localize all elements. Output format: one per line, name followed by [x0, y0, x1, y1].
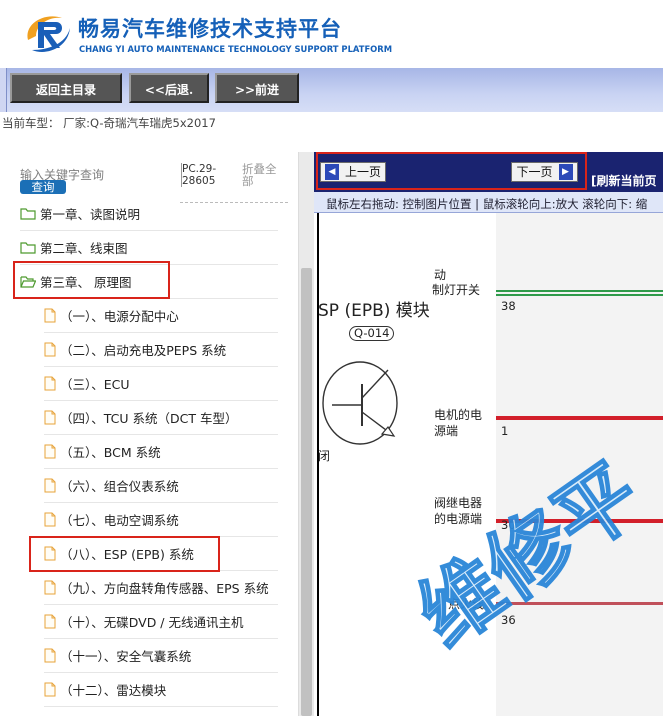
document-icon [44, 648, 56, 663]
tree-item-label: （四）、TCU 系统（DCT 车型） [60, 411, 238, 426]
scroll-up-button[interactable] [299, 152, 314, 167]
document-icon [44, 478, 56, 493]
signal-label: 阀继电器 [434, 496, 483, 510]
arrow-right-icon: ▶ [558, 164, 573, 180]
tree-item-label: （十）、无碟DVD / 无线通讯主机 [60, 615, 244, 630]
diagram-border [317, 213, 319, 716]
document-icon [44, 546, 56, 561]
signal-label: 动 [434, 268, 447, 282]
folder-open-icon [20, 276, 36, 288]
pin-number: 1 [501, 424, 509, 438]
tree-chapter-label: 第三章、 原理图 [40, 275, 132, 290]
tree-chapter-label: 第二章、线束图 [40, 241, 128, 256]
vehicle-info: 当前车型： 厂家:Q-奇瑞汽车瑞虎5x2017 [0, 112, 663, 152]
catalog-panel: 输入关键字查询 查询 PC.29-28605 折叠全部 第一章、读图说明 第二章… [0, 152, 314, 716]
module-code: Q-014 [349, 326, 395, 341]
tree-item-label: （九）、方向盘转角传感器、EPS 系统 [60, 581, 269, 596]
signal-label: 的电源端 [434, 512, 483, 526]
pc-code-label: PC.29-28605 [181, 163, 231, 187]
tree-item[interactable]: （三）、ECU [44, 367, 278, 401]
header: 畅易汽车维修技术支持平台 CHANG YI AUTO MAINTENANCE T… [0, 0, 663, 68]
refresh-page-link[interactable]: [刷新当前页 [591, 172, 657, 189]
brand-title: 畅易汽车维修技术支持平台 [78, 17, 342, 41]
folder-icon [20, 208, 36, 220]
document-icon [44, 580, 56, 595]
document-icon [44, 512, 56, 527]
tree-item-label: （七）、电动空调系统 [60, 513, 179, 528]
tree-item-label: （六）、组合仪表系统 [60, 479, 179, 494]
tree-item[interactable]: （四）、TCU 系统（DCT 车型） [44, 401, 278, 435]
wire-brake-light-2 [496, 294, 663, 296]
folder-icon [20, 242, 36, 254]
search-button[interactable]: 查询 [20, 180, 66, 194]
tree-item[interactable]: （七）、电动空调系统 [44, 503, 278, 537]
document-icon [44, 376, 56, 391]
next-page-label: 下一页 [516, 165, 553, 179]
tree-item-label: （二）、启动充电及PEPS 系统 [60, 343, 227, 358]
brand-logo-icon [27, 16, 70, 52]
tip-bar: 鼠标左右拖动: 控制图片位置 | 鼠标滚轮向上:放大 滚轮向下: 缩 [314, 192, 663, 213]
back-button[interactable]: <<后退. [129, 73, 209, 103]
scroll-thumb[interactable] [301, 268, 312, 716]
tree-item-label: （十二）、雷达模块 [60, 683, 167, 698]
module-code-text: Q-014 [354, 326, 390, 340]
signal-label: 电机的电 [434, 408, 483, 422]
document-icon [44, 682, 56, 697]
tree-item-label: （三）、ECU [60, 377, 130, 392]
tree-chapter-3[interactable]: 第三章、 原理图 [20, 265, 278, 299]
document-icon [44, 444, 56, 459]
mouse-tip: 鼠标左右拖动: 控制图片位置 | 鼠标滚轮向上:放大 滚轮向下: 缩 [326, 197, 648, 211]
document-icon [44, 410, 56, 425]
tree-chapter-1[interactable]: 第一章、读图说明 [20, 197, 278, 231]
tree-scrollbar[interactable] [298, 152, 314, 716]
tree-item[interactable]: （十一）、安全气囊系统 [44, 639, 278, 673]
tree-item[interactable]: （九）、方向盘转角传感器、EPS 系统 [44, 571, 278, 605]
tree-item[interactable]: （五）、BCM 系统 [44, 435, 278, 469]
tree-item-label: （十一）、安全气囊系统 [60, 649, 192, 664]
prev-page-button[interactable]: ◀ 上一页 [320, 162, 386, 182]
prev-page-label: 上一页 [344, 165, 381, 179]
tree-chapter-label: 第一章、读图说明 [40, 207, 141, 222]
document-icon [44, 342, 56, 357]
wire-brake-light [496, 290, 663, 292]
signal-label: 源端 [434, 424, 459, 438]
wiring-diagram[interactable]: SP (EPB) 模块 Q-014 闭 动 制灯开关 38 电机的电 源端 1 … [314, 213, 663, 716]
current-vehicle-label: 当前车型： 厂家:Q-奇瑞汽车瑞虎5x2017 [2, 116, 216, 130]
signal-label: 制灯开关 [432, 283, 481, 297]
arrow-left-icon: ◀ [324, 164, 339, 180]
tree-item-label: （八）、ESP (EPB) 系统 [60, 547, 194, 562]
toolbar-edge [0, 68, 7, 112]
tree-item-label: （五）、BCM 系统 [60, 445, 161, 460]
document-icon [44, 614, 56, 629]
tree-item[interactable]: （六）、组合仪表系统 [44, 469, 278, 503]
wire-motor-power [496, 416, 663, 420]
forward-button[interactable]: >>前进 [215, 73, 299, 103]
tree-item[interactable]: （十）、无碟DVD / 无线通讯主机 [44, 605, 278, 639]
pin-number: 38 [501, 299, 516, 313]
collapse-all-button[interactable]: 折叠全部 [242, 163, 284, 187]
brand-subtitle: CHANG YI AUTO MAINTENANCE TECHNOLOGY SUP… [79, 44, 393, 54]
tree-item[interactable]: （二）、启动充电及PEPS 系统 [44, 333, 278, 367]
next-page-button[interactable]: 下一页 ▶ [511, 162, 578, 182]
tree-item-label: （一）、电源分配中心 [60, 309, 179, 324]
toolbar: 返回主目录 <<后退. >>前进 [0, 68, 663, 112]
module-title: SP (EPB) 模块 [318, 301, 430, 321]
transistor-symbol-icon [322, 361, 398, 445]
app-window: 畅易汽车维修技术支持平台 CHANG YI AUTO MAINTENANCE T… [0, 0, 663, 716]
tree-item-selected[interactable]: （八）、ESP (EPB) 系统 [44, 537, 278, 571]
diagram-viewer: ◀ 上一页 下一页 ▶ [刷新当前页 鼠标左右拖动: 控制图片位置 | 鼠标滚轮… [314, 152, 663, 716]
tree-item[interactable]: （十二）、雷达模块 [44, 673, 278, 707]
page-nav-bar: ◀ 上一页 下一页 ▶ [刷新当前页 [314, 152, 663, 192]
main-menu-button[interactable]: 返回主目录 [10, 73, 122, 103]
side-character: 闭 [318, 449, 331, 463]
document-icon [44, 308, 56, 323]
tree-item[interactable]: （一）、电源分配中心 [44, 299, 278, 333]
tree-chapter-2[interactable]: 第二章、线束图 [20, 231, 278, 265]
